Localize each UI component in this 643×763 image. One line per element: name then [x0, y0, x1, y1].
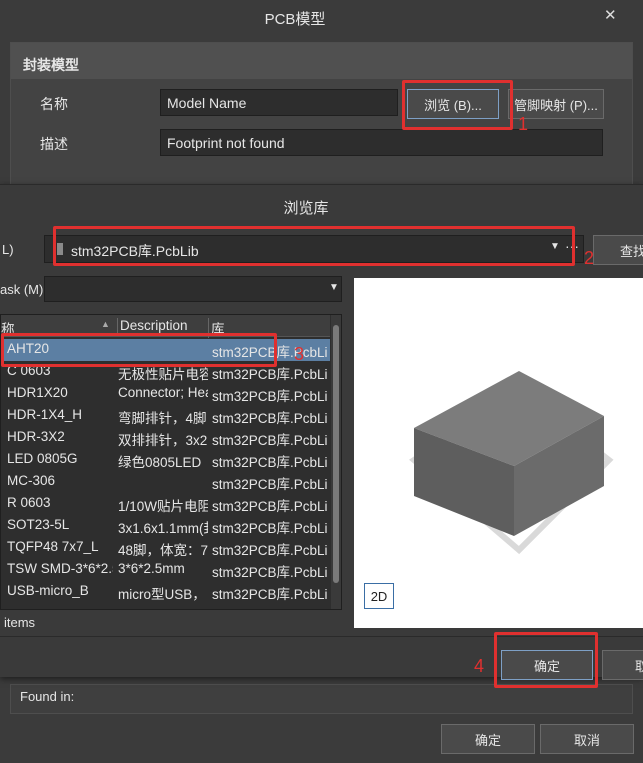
- item-desc: 3*6*2.5mm: [118, 561, 185, 576]
- annotation-box-3: [1, 333, 277, 367]
- list-item[interactable]: SOT23-5L 3x1.6x1.1mm(封装) stm32PCB库.PcbLi…: [1, 515, 330, 537]
- item-lib: stm32PCB库.PcbLib: [212, 499, 328, 514]
- item-desc: 弯脚排针，4脚: [118, 411, 207, 426]
- item-name: TSW SMD-3*6*2.5: [7, 561, 113, 576]
- component-3d-view: [409, 371, 614, 555]
- item-desc: 绿色0805LED: [118, 455, 202, 470]
- dialog-title: PCB模型: [264, 11, 326, 28]
- column-description[interactable]: Description: [117, 318, 188, 333]
- view-2d-button[interactable]: 2D: [364, 583, 394, 609]
- close-icon[interactable]: ✕: [604, 6, 617, 24]
- list-item[interactable]: LED 0805G 绿色0805LED stm32PCB库.PcbLib: [1, 449, 330, 471]
- item-name: HDR-1X4_H: [7, 407, 83, 422]
- item-desc: 双排排针，3x2: [118, 433, 208, 448]
- list-item[interactable]: HDR-3X2 双排排针，3x2 stm32PCB库.PcbLib: [1, 427, 330, 449]
- item-lib: stm32PCB库.PcbLib: [212, 477, 328, 492]
- item-name: R 0603: [7, 495, 51, 510]
- list-item[interactable]: HDR1X20 Connector; Header stm32PCB库.PcbL…: [1, 383, 330, 405]
- item-lib: stm32PCB库.PcbLib: [212, 565, 328, 580]
- item-desc: 48脚，体宽：7: [118, 543, 208, 558]
- annotation-label-3: 3: [294, 344, 305, 364]
- item-name: USB-micro_B: [7, 583, 89, 598]
- item-name: LED 0805G: [7, 451, 78, 466]
- chevron-down-icon: ▼: [329, 282, 339, 293]
- annotation-box-2: [53, 226, 575, 266]
- item-lib: stm32PCB库.PcbLib: [212, 543, 328, 558]
- annotation-label-1: 1: [518, 114, 529, 134]
- item-desc: 3x1.6x1.1mm(封装): [118, 521, 208, 536]
- search-button[interactable]: 查找: [593, 235, 643, 265]
- item-lib: stm32PCB库.PcbLib: [212, 521, 328, 536]
- item-desc: 1/10W贴片电阻: [118, 499, 208, 514]
- annotation-label-4: 4: [474, 656, 485, 676]
- mask-label: ask (M): [0, 282, 44, 297]
- browse-title: 浏览库: [283, 200, 329, 217]
- mask-dropdown[interactable]: ▼: [44, 276, 342, 302]
- desc-label: 描述: [40, 136, 68, 152]
- list-item[interactable]: MC-306 stm32PCB库.PcbLib: [1, 471, 330, 493]
- items-count: items: [4, 615, 36, 630]
- annotation-box-1: [402, 80, 513, 130]
- list-item[interactable]: R 0603 1/10W贴片电阻 stm32PCB库.PcbLib: [1, 493, 330, 515]
- pcb-cancel-button[interactable]: 取消: [540, 724, 634, 754]
- lib-label: L): [2, 242, 14, 257]
- item-desc: micro型USB，: [118, 587, 206, 602]
- scrollbar-thumb[interactable]: [333, 325, 339, 583]
- pcb-ok-button[interactable]: 确定: [441, 724, 535, 754]
- item-name: HDR-3X2: [7, 429, 65, 444]
- footprint-preview[interactable]: 2D: [354, 278, 643, 628]
- section-header: [11, 43, 632, 79]
- item-name: SOT23-5L: [7, 517, 70, 532]
- vertical-scrollbar[interactable]: [331, 315, 341, 609]
- list-item[interactable]: HDR-1X4_H 弯脚排针，4脚 stm32PCB库.PcbLib: [1, 405, 330, 427]
- found-in-label: Found in:: [20, 689, 75, 704]
- list-item[interactable]: TSW SMD-3*6*2.5 3*6*2.5mm stm32PCB库.PcbL…: [1, 559, 330, 581]
- annotation-box-4: [494, 632, 598, 688]
- item-name: TQFP48 7x7_L: [7, 539, 99, 554]
- sort-up-icon: ▲: [101, 319, 110, 329]
- list-item[interactable]: TQFP48 7x7_L 48脚，体宽：7 stm32PCB库.PcbLib: [1, 537, 330, 559]
- item-lib: stm32PCB库.PcbLib: [212, 455, 328, 470]
- item-name: HDR1X20: [7, 385, 68, 400]
- section-title: 封装模型: [23, 57, 79, 73]
- browse-cancel-button[interactable]: 取: [602, 650, 643, 680]
- list-item[interactable]: USB-micro_B micro型USB， stm32PCB库.PcbLib: [1, 581, 330, 603]
- name-field[interactable]: Model Name: [160, 89, 398, 116]
- item-name: MC-306: [7, 473, 56, 488]
- name-label: 名称: [40, 96, 68, 112]
- annotation-label-2: 2: [584, 248, 595, 268]
- item-lib: stm32PCB库.PcbLib: [212, 389, 328, 404]
- found-in-panel: [10, 684, 633, 714]
- item-lib: stm32PCB库.PcbLib: [212, 411, 328, 426]
- item-lib: stm32PCB库.PcbLib: [212, 433, 328, 448]
- desc-field[interactable]: Footprint not found: [160, 129, 603, 156]
- item-lib: stm32PCB库.PcbLib: [212, 587, 328, 602]
- item-desc: Connector; Header: [118, 385, 208, 400]
